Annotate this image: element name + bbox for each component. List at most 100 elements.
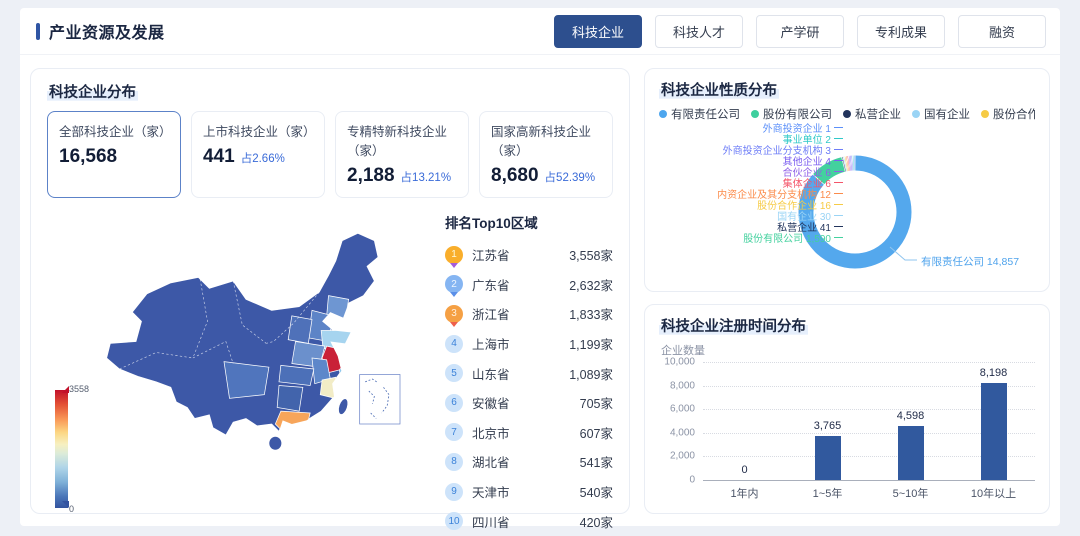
stat-card-4[interactable]: 国家高新科技企业（家）8,680占52.39%: [479, 111, 613, 198]
legend-label: 有限责任公司: [671, 106, 740, 122]
rank-count: 1,089家: [569, 364, 613, 383]
ranking-row-9: 9 天津市 540家: [445, 477, 613, 507]
donut-main-label: 有限责任公司 14,857: [921, 254, 1019, 269]
legend-item-5[interactable]: 股份合作企业: [981, 106, 1035, 122]
scale-max-label: 3558: [69, 384, 89, 394]
map-taiwan[interactable]: [337, 397, 350, 415]
x-tick-5~10年: 5~10年: [869, 485, 952, 501]
stat-label: 全部科技企业（家）: [59, 121, 169, 140]
scale-min-marker: [62, 501, 69, 508]
china-map-container: 3558 0: [47, 204, 445, 501]
ranking-row-1: 1江苏省3,558家: [445, 240, 613, 270]
y-axis-name: 企业数量: [661, 342, 1035, 358]
donut-label-stack: 外商投资企业 1事业单位 2外商投资企业分支机构 3其他企业 4合伙企业 6集体…: [659, 122, 843, 243]
panel-enterprise-nature-distribution: 科技企业性质分布 有限责任公司股份有限公司私营企业国有企业股份合作企业内 ◀ 1…: [644, 68, 1050, 292]
content: 科技企业分布 全部科技企业（家）16,568上市科技企业（家）441占2.66%…: [20, 55, 1060, 526]
x-tick-10年以上: 10年以上: [952, 485, 1035, 501]
legend-item-3[interactable]: 私营企业: [843, 106, 901, 122]
legend-dot: [981, 110, 989, 118]
stat-percentage: 占52.39%: [545, 169, 596, 185]
rank-region-name: 上海市: [472, 334, 510, 353]
stat-card-3[interactable]: 专精特新科技企业（家） 2,188 占13.21%: [335, 111, 469, 198]
ranking-row-10: 10四川省420家: [445, 506, 613, 536]
donut-callout-股份有限公司: 股份有限公司 1,590: [659, 232, 843, 243]
stat-value: 2,188: [347, 165, 395, 187]
y-tick-8,000: 8,000: [670, 380, 695, 391]
rank-count: 420家: [580, 512, 613, 531]
bar-slot-1~5年: 3,765: [786, 362, 869, 480]
stat-card-2[interactable]: 上市科技企业（家）441占2.66%: [191, 111, 325, 198]
scale-min-label: 0: [69, 504, 74, 514]
bar-slot-10年以上: 8,198: [952, 362, 1035, 480]
legend-items: 有限责任公司股份有限公司私营企业国有企业股份合作企业内: [659, 106, 1035, 122]
x-axis-ticks: 1年内1~5年5~10年10年以上: [703, 485, 1035, 501]
rank-count: 705家: [580, 393, 613, 412]
bar-10年以上[interactable]: [981, 383, 1007, 480]
bar-slot-1年内: 0: [703, 362, 786, 480]
rank-badge: 4: [445, 335, 463, 353]
rank-count: 2,632家: [569, 275, 613, 294]
ranking-row-6: 6安徽省705家: [445, 388, 613, 418]
bar-slots: 0 3,765 4,598 8,198: [703, 362, 1035, 480]
rank-badge: 7: [445, 423, 463, 441]
rank-region-name: 浙江省: [472, 304, 510, 323]
ranking-list: 1江苏省3,558家2广东省2,632家3浙江省1,833家4上海市1,199家…: [445, 240, 613, 536]
legend-dot: [659, 110, 667, 118]
bar-5~10年[interactable]: [898, 426, 924, 480]
stat-percentage: 占13.21%: [401, 169, 452, 185]
legend-dot: [912, 110, 920, 118]
rank-badge: 6: [445, 394, 463, 412]
x-tick-1~5年: 1~5年: [786, 485, 869, 501]
stat-value: 8,680: [491, 165, 539, 187]
legend-label: 股份合作企业: [993, 106, 1035, 122]
stat-label: 专精特新科技企业（家）: [347, 121, 457, 159]
regtime-title: 科技企业注册时间分布: [659, 315, 808, 336]
bar-value-label: 4,598: [897, 410, 925, 422]
map-hainan[interactable]: [269, 436, 282, 450]
rank-region-name: 湖北省: [472, 452, 510, 471]
distribution-body: 3558 0 排名Top10区域 1江苏省3,558家2广东省2,632家3浙江…: [47, 204, 613, 501]
rank-count: 3,558家: [569, 245, 613, 264]
bar-plot-area[interactable]: 0 3,765 4,598 8,198: [703, 362, 1035, 480]
tab-1[interactable]: 科技企业: [554, 15, 642, 48]
stat-value: 16,568: [59, 146, 117, 168]
legend-label: 私营企业: [855, 106, 901, 122]
top10-ranking: 排名Top10区域 1江苏省3,558家2广东省2,632家3浙江省1,833家…: [445, 204, 613, 501]
bar-value-label: 3,765: [814, 420, 842, 432]
china-map[interactable]: [47, 204, 445, 501]
rank-count: 1,833家: [569, 304, 613, 323]
rank-badge: 2: [445, 275, 463, 293]
tab-3[interactable]: 产学研: [756, 15, 844, 48]
rank-badge: 9: [445, 483, 463, 501]
tab-2[interactable]: 科技人才: [655, 15, 743, 48]
rank-badge: 10: [445, 512, 463, 530]
bar-slot-5~10年: 4,598: [869, 362, 952, 480]
stat-label: 上市科技企业（家）: [203, 121, 313, 140]
header-tabs: 科技企业科技人才产学研专利成果融资: [554, 15, 1046, 48]
y-tick-10,000: 10,000: [664, 357, 695, 368]
ranking-row-8: 8湖北省541家: [445, 447, 613, 477]
bar-1~5年[interactable]: [815, 436, 841, 480]
panel-registration-time-distribution: 科技企业注册时间分布 企业数量 02,0004,0006,0008,00010,…: [644, 304, 1050, 514]
tab-4[interactable]: 专利成果: [857, 15, 945, 48]
stat-percentage: 占2.66%: [241, 150, 285, 166]
tab-5[interactable]: 融资: [958, 15, 1046, 48]
stat-card-1[interactable]: 全部科技企业（家） 16,568: [47, 111, 181, 198]
right-column: 科技企业性质分布 有限责任公司股份有限公司私营企业国有企业股份合作企业内 ◀ 1…: [644, 68, 1050, 514]
rank-region-name: 北京市: [472, 423, 510, 442]
legend-item-1[interactable]: 有限责任公司: [659, 106, 740, 122]
rank-count: 540家: [580, 482, 613, 501]
x-axis-line: [703, 480, 1035, 481]
legend-dot: [751, 110, 759, 118]
ranking-row-3: 3浙江省1,833家: [445, 299, 613, 329]
panel-tech-enterprise-distribution: 科技企业分布 全部科技企业（家）16,568上市科技企业（家）441占2.66%…: [30, 68, 630, 514]
ranking-row-5: 5山东省1,089家: [445, 358, 613, 388]
legend-item-4[interactable]: 国有企业: [912, 106, 970, 122]
rank-region-name: 天津市: [472, 482, 510, 501]
y-tick-4,000: 4,000: [670, 427, 695, 438]
scale-max-marker: [62, 386, 69, 393]
donut-chart-area: 外商投资企业 1事业单位 2外商投资企业分支机构 3其他企业 4合伙企业 6集体…: [659, 124, 1035, 276]
rank-badge: 1: [445, 246, 463, 264]
rank-count: 1,199家: [569, 334, 613, 353]
y-tick-2,000: 2,000: [670, 451, 695, 462]
